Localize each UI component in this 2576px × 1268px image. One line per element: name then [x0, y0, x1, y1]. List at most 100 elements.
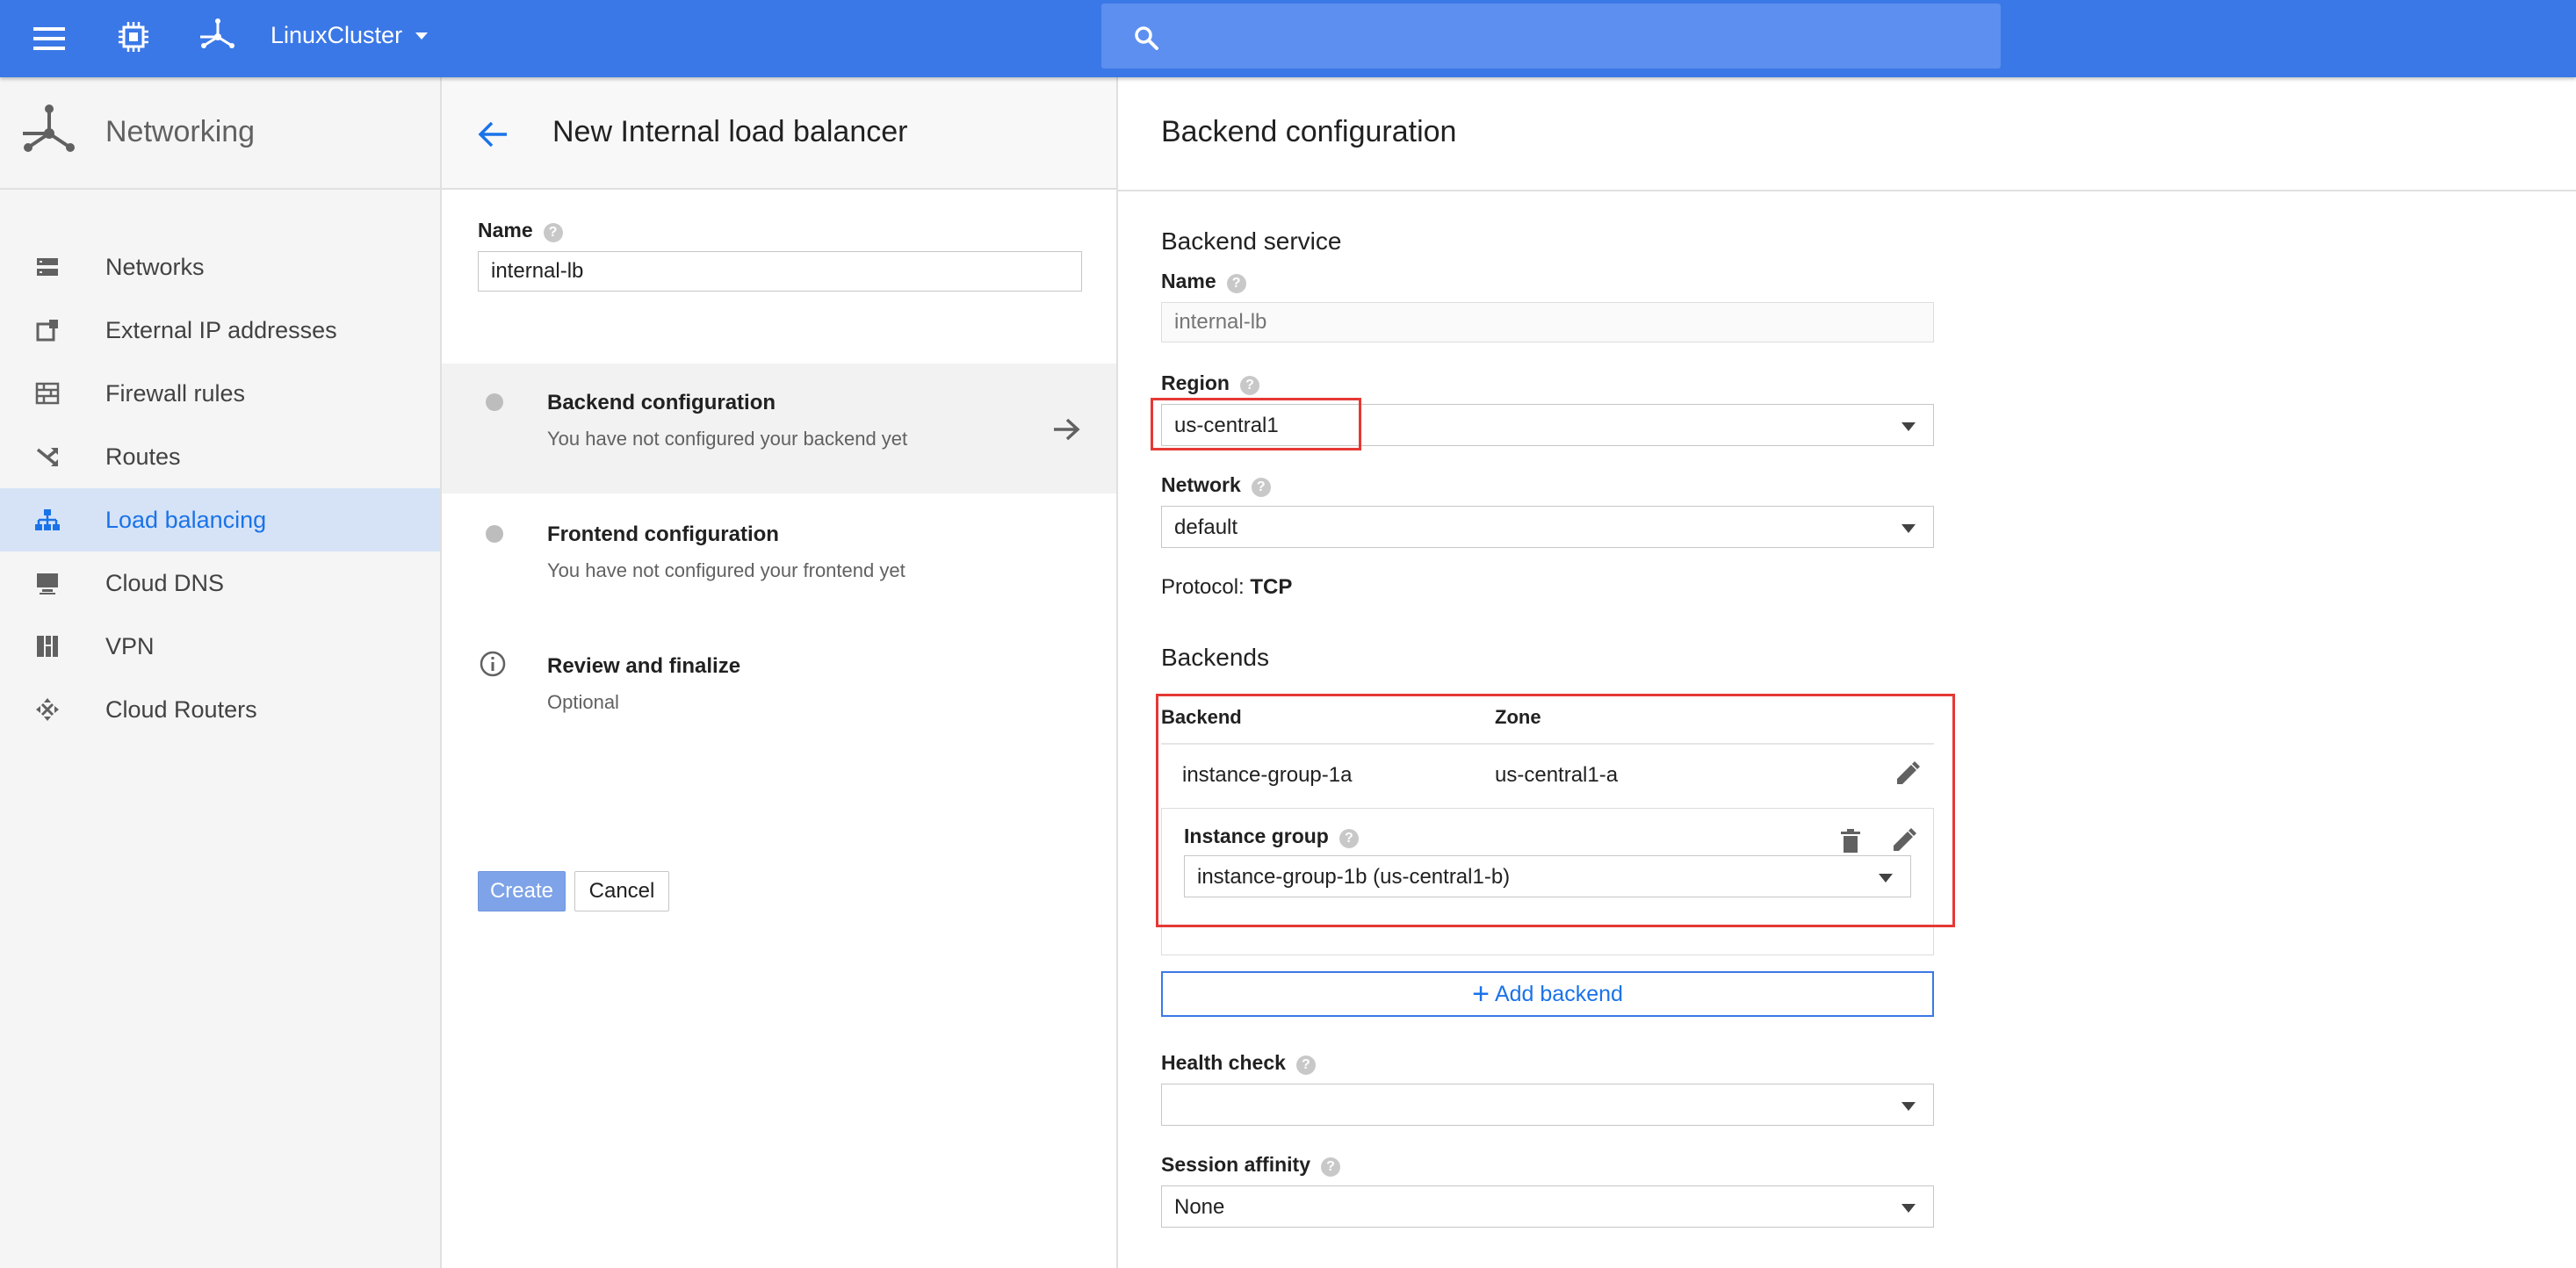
project-icon[interactable]: [197, 16, 239, 58]
sidebar-nav: Networks External IP addresses Firewall …: [0, 235, 440, 741]
cloud-routers-icon: [36, 698, 59, 721]
sidebar-item-cloud-routers[interactable]: Cloud Routers: [0, 678, 440, 741]
session-affinity-label: Session affinity?: [1161, 1152, 1340, 1177]
network-value: default: [1174, 515, 1238, 539]
add-backend-label: Add backend: [1494, 982, 1623, 1006]
backend-cell: instance-group-1a: [1182, 763, 1353, 787]
networks-icon: [37, 258, 58, 276]
zone-cell: us-central1-a: [1495, 763, 1619, 787]
step-review-and-finalize[interactable]: Review and finalize Optional: [442, 627, 1116, 757]
search-input[interactable]: [1177, 16, 1967, 56]
name-label: Name?: [478, 218, 563, 242]
sidebar-item-label: VPN: [105, 633, 155, 659]
backend-name-label: Name?: [1161, 269, 1246, 293]
networking-logo-icon: [23, 104, 75, 152]
back-arrow-icon[interactable]: [477, 119, 509, 149]
health-check-label: Health check?: [1161, 1050, 1316, 1075]
add-backend-button[interactable]: + Add backend: [1161, 971, 1934, 1017]
help-icon[interactable]: ?: [1320, 1157, 1340, 1177]
column-header-backend: Backend: [1161, 706, 1242, 728]
session-affinity-label-text: Session affinity: [1161, 1153, 1310, 1176]
instance-group-label: Instance group?: [1184, 824, 1359, 848]
arrow-right-icon: [1054, 418, 1080, 441]
sidebar-item-routes[interactable]: Routes: [0, 425, 440, 488]
network-select[interactable]: default: [1161, 506, 1934, 548]
edit-pencil-icon[interactable]: [1887, 825, 1919, 857]
firewall-icon: [35, 382, 60, 405]
caret-down-icon[interactable]: [413, 30, 430, 42]
instance-group-value: instance-group-1b (us-central1-b): [1197, 865, 1511, 889]
region-value: us-central1: [1174, 414, 1279, 437]
create-button[interactable]: Create: [478, 871, 566, 911]
backend-header: Backend configuration: [1118, 77, 2576, 191]
sidebar-header: Networking: [0, 77, 440, 190]
load-balancing-icon: [35, 509, 60, 530]
sidebar-item-label: Load balancing: [105, 507, 267, 533]
sidebar-item-firewall-rules[interactable]: Firewall rules: [0, 362, 440, 425]
edit-pencil-icon[interactable]: [1891, 759, 1923, 790]
dropdown-arrow-icon: [1901, 524, 1916, 533]
step-backend-configuration[interactable]: Backend configuration You have not confi…: [442, 364, 1116, 494]
info-icon: [480, 651, 506, 677]
sidebar: Networking Networks External IP addresse…: [0, 77, 442, 1268]
chip-icon[interactable]: [116, 19, 151, 54]
help-icon[interactable]: ?: [1295, 1055, 1316, 1075]
project-selector[interactable]: LinuxCluster: [271, 20, 402, 50]
help-icon[interactable]: ?: [1251, 478, 1271, 497]
vpn-icon: [37, 636, 58, 657]
help-icon[interactable]: ?: [1239, 376, 1259, 395]
sidebar-item-label: Firewall rules: [105, 380, 246, 407]
instance-group-select[interactable]: instance-group-1b (us-central1-b): [1184, 855, 1911, 897]
sidebar-item-label: Routes: [105, 443, 181, 470]
sidebar-item-label: Cloud DNS: [105, 570, 225, 596]
backend-service-title: Backend service: [1161, 227, 1342, 255]
step-subtitle: You have not configured your backend yet: [547, 428, 908, 450]
sidebar-item-load-balancing[interactable]: Load balancing: [0, 488, 440, 551]
top-bar: LinuxCluster: [0, 0, 2576, 77]
dropdown-arrow-icon: [1901, 1204, 1916, 1213]
step-frontend-configuration[interactable]: Frontend configuration You have not conf…: [442, 495, 1116, 625]
region-label: Region?: [1161, 371, 1259, 395]
name-label-text: Name: [478, 219, 533, 241]
sidebar-item-vpn[interactable]: VPN: [0, 615, 440, 678]
protocol-text: Protocol: TCP: [1161, 574, 1292, 601]
hamburger-menu-icon[interactable]: [32, 21, 67, 56]
network-label-text: Network: [1161, 473, 1241, 496]
wizard-header: New Internal load balancer: [442, 77, 1116, 190]
dropdown-arrow-icon: [1901, 422, 1916, 431]
routes-icon: [36, 448, 59, 467]
step-status-dot: [486, 525, 503, 543]
help-icon[interactable]: ?: [1339, 829, 1359, 848]
sidebar-item-label: Networks: [105, 254, 205, 280]
step-subtitle: Optional: [547, 691, 619, 713]
backend-name-label-text: Name: [1161, 270, 1216, 292]
backends-title: Backends: [1161, 644, 1269, 671]
name-input[interactable]: [478, 251, 1082, 292]
plus-icon: +: [1472, 977, 1490, 1011]
health-check-select[interactable]: [1161, 1084, 1934, 1126]
cloud-dns-icon: [37, 573, 58, 594]
sidebar-item-networks[interactable]: Networks: [0, 235, 440, 299]
session-affinity-select[interactable]: None: [1161, 1185, 1934, 1228]
protocol-value: TCP: [1250, 575, 1293, 599]
sidebar-item-label: Cloud Routers: [105, 696, 257, 723]
external-ip-icon: [36, 320, 58, 342]
wizard-panel: New Internal load balancer Name? Backend…: [442, 77, 1118, 1268]
search-bar[interactable]: [1101, 4, 2001, 68]
session-affinity-value: None: [1174, 1195, 1225, 1219]
sidebar-item-cloud-dns[interactable]: Cloud DNS: [0, 551, 440, 615]
sidebar-item-external-ip-addresses[interactable]: External IP addresses: [0, 299, 440, 362]
step-title: Frontend configuration: [547, 522, 779, 546]
help-icon[interactable]: ?: [543, 223, 563, 242]
section-title: Backend configuration: [1161, 115, 1457, 148]
sidebar-item-label: External IP addresses: [105, 317, 337, 343]
instance-group-label-text: Instance group: [1184, 825, 1329, 847]
help-icon[interactable]: ?: [1226, 274, 1246, 293]
cancel-button[interactable]: Cancel: [574, 871, 669, 911]
region-select[interactable]: us-central1: [1161, 404, 1934, 446]
dropdown-arrow-icon: [1879, 874, 1893, 883]
trash-icon[interactable]: [1835, 825, 1866, 857]
backend-name-input[interactable]: [1161, 302, 1934, 342]
dropdown-arrow-icon: [1901, 1102, 1916, 1111]
step-title: Backend configuration: [547, 391, 776, 414]
